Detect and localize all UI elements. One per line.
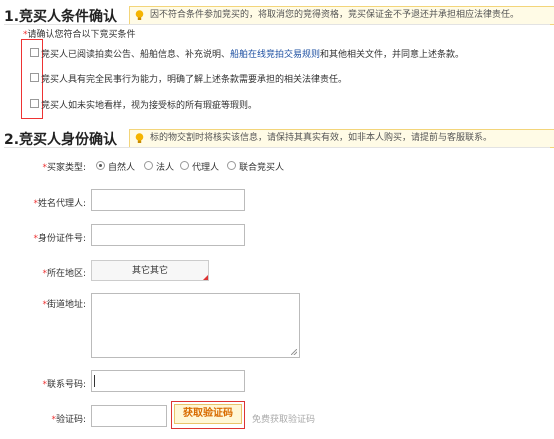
- verification-code-input[interactable]: [91, 405, 167, 427]
- region-select[interactable]: 其它其它: [91, 260, 209, 281]
- radio-natural-person-label: 自然人: [108, 163, 136, 173]
- condition-checkbox-2[interactable]: [30, 73, 39, 82]
- id-number-label-text: 身份证件号:: [37, 234, 86, 244]
- section1-title: 1.竞买人条件确认: [4, 9, 118, 25]
- radio-agent-label: 代理人: [192, 163, 220, 173]
- phone-label-text: 联系号码:: [46, 380, 86, 390]
- name-label-text: 姓名代理人:: [37, 199, 86, 209]
- region-label: *所在地区:: [10, 266, 86, 279]
- radio-joint-bidder[interactable]: [227, 161, 236, 170]
- street-address-label-text: 街道地址:: [46, 300, 86, 310]
- radio-joint-bidder-label: 联合竞买人: [239, 163, 285, 173]
- section1-notice: 因不符合条件参加竞买的，将取消您的竞得资格，竞买保证金不予退还并承担相应法律责任…: [129, 6, 554, 25]
- section1-notice-text: 因不符合条件参加竞买的，将取消您的竞得资格，竞买保证金不予退还并承担相应法律责任…: [150, 10, 520, 20]
- buyer-type-label-text: 买家类型:: [46, 163, 86, 173]
- section2-divider: [4, 147, 550, 148]
- trading-rules-link[interactable]: 船舶在线竞拍交易规则: [230, 50, 320, 60]
- condition-checkbox-1[interactable]: [30, 48, 39, 57]
- street-address-textarea[interactable]: [91, 293, 300, 358]
- free-code-hint: 免费获取验证码: [252, 415, 316, 425]
- id-number-input[interactable]: [91, 224, 245, 246]
- condition-prompt-text: 请确认您符合以下竞买条件: [27, 30, 136, 40]
- condition-text-1: 竞买人已阅读拍卖公告、船舶信息、补充说明、船舶在线竞拍交易规则和其他相关文件，并…: [41, 47, 464, 60]
- street-address-label: *街道地址:: [10, 297, 86, 310]
- condition-text-1-post: 和其他相关文件，并同意上述条款。: [320, 50, 465, 60]
- name-input[interactable]: [91, 189, 245, 211]
- get-verification-code-button-label: 获取验证码: [174, 404, 242, 424]
- text-cursor: [94, 375, 95, 387]
- condition-text-2: 竞买人具有完全民事行为能力，明确了解上述条款需要承担的相关法律责任。: [41, 75, 348, 85]
- radio-legal-person-label: 法人: [156, 163, 175, 173]
- phone-label: *联系号码:: [10, 377, 86, 390]
- radio-agent[interactable]: [180, 161, 189, 170]
- lightbulb-icon: [135, 10, 144, 20]
- section2-title: 2.竞买人身份确认: [4, 132, 118, 148]
- region-label-text: 所在地区:: [46, 269, 86, 279]
- condition-checkbox-3[interactable]: [30, 99, 39, 108]
- buyer-type-label: *买家类型:: [10, 160, 86, 173]
- section2-notice: 标的物交割时将核实该信息，请保持其真实有效，如非本人购买，请提前与客服联系。: [129, 129, 554, 148]
- verification-code-label: *验证码:: [10, 412, 86, 425]
- radio-legal-person[interactable]: [144, 161, 153, 170]
- resize-grip-icon[interactable]: [291, 349, 297, 355]
- verification-code-label-text: 验证码:: [55, 415, 86, 425]
- radio-natural-person[interactable]: [96, 161, 105, 170]
- region-select-value: 其它其它: [131, 266, 168, 276]
- lightbulb-icon: [135, 133, 144, 143]
- get-verification-code-button[interactable]: 获取验证码: [171, 401, 245, 429]
- phone-input[interactable]: [91, 370, 245, 392]
- dropdown-corner-icon: [203, 275, 208, 280]
- condition-text-1-pre: 竞买人已阅读拍卖公告、船舶信息、补充说明、: [41, 50, 231, 60]
- section2-notice-text: 标的物交割时将核实该信息，请保持其真实有效，如非本人购买，请提前与客服联系。: [150, 133, 493, 143]
- condition-text-3: 竞买人如未实地看样，视为接受标的所有瑕疵等瑕则。: [41, 101, 258, 111]
- id-number-label: *身份证件号:: [10, 231, 86, 244]
- name-label: *姓名代理人:: [10, 196, 86, 209]
- section1-divider: [4, 24, 550, 25]
